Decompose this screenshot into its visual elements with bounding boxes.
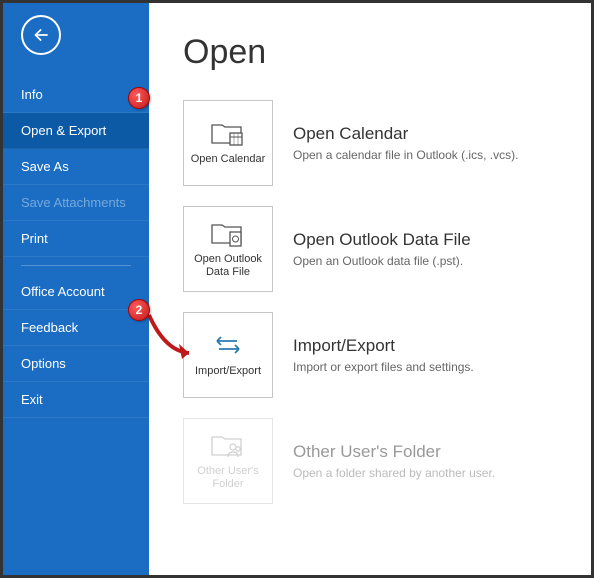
tile-label: Import/Export bbox=[191, 365, 265, 378]
tile-open-data-file[interactable]: Open Outlook Data File bbox=[183, 206, 273, 292]
page-title: Open bbox=[183, 33, 571, 72]
sidebar-item-office-account[interactable]: Office Account bbox=[3, 274, 149, 310]
sidebar-item-exit[interactable]: Exit bbox=[3, 382, 149, 418]
callout-arrow-icon bbox=[145, 311, 201, 361]
sidebar-item-save-as[interactable]: Save As bbox=[3, 149, 149, 185]
main-content: Open Open Calendar Open Calendar Open a … bbox=[149, 3, 591, 575]
callout-number: 2 bbox=[136, 303, 143, 317]
sidebar-item-feedback[interactable]: Feedback bbox=[3, 310, 149, 346]
sidebar-item-label: Save As bbox=[21, 159, 69, 174]
tile-label: Other User's Folder bbox=[184, 465, 272, 491]
sidebar-item-print[interactable]: Print bbox=[3, 221, 149, 257]
option-open-data-file: Open Outlook Data File Open Outlook Data… bbox=[183, 206, 571, 292]
sidebar: Info Open & Export Save As Save Attachme… bbox=[3, 3, 149, 575]
sidebar-divider bbox=[21, 265, 131, 266]
option-desc: Open a calendar file in Outlook (.ics, .… bbox=[293, 148, 571, 162]
callout-badge-2: 2 bbox=[128, 299, 150, 321]
sidebar-item-label: Feedback bbox=[21, 320, 78, 335]
option-title: Open Calendar bbox=[293, 124, 571, 144]
option-text: Open Outlook Data File Open an Outlook d… bbox=[293, 230, 571, 268]
sidebar-item-label: Save Attachments bbox=[21, 195, 126, 210]
callout-badge-1: 1 bbox=[128, 87, 150, 109]
user-folder-icon bbox=[211, 431, 245, 459]
sidebar-item-save-attachments: Save Attachments bbox=[3, 185, 149, 221]
sidebar-item-label: Options bbox=[21, 356, 66, 371]
sidebar-item-label: Exit bbox=[21, 392, 43, 407]
option-desc: Import or export files and settings. bbox=[293, 360, 571, 374]
sidebar-item-open-export[interactable]: Open & Export bbox=[3, 113, 149, 149]
option-desc: Open a folder shared by another user. bbox=[293, 466, 571, 480]
sidebar-item-label: Info bbox=[21, 87, 43, 102]
tile-label: Open Calendar bbox=[187, 153, 270, 166]
option-other-user-folder: Other User's Folder Other User's Folder … bbox=[183, 418, 571, 504]
sidebar-item-label: Print bbox=[21, 231, 48, 246]
import-export-icon bbox=[211, 331, 245, 359]
callout-number: 1 bbox=[136, 91, 143, 105]
option-desc: Open an Outlook data file (.pst). bbox=[293, 254, 571, 268]
option-open-calendar: Open Calendar Open Calendar Open a calen… bbox=[183, 100, 571, 186]
tile-label: Open Outlook Data File bbox=[184, 253, 272, 279]
back-button[interactable] bbox=[21, 15, 61, 55]
sidebar-item-info[interactable]: Info bbox=[3, 77, 149, 113]
option-title: Open Outlook Data File bbox=[293, 230, 571, 250]
sidebar-item-label: Office Account bbox=[21, 284, 105, 299]
option-text: Import/Export Import or export files and… bbox=[293, 336, 571, 374]
option-import-export: Import/Export Import/Export Import or ex… bbox=[183, 312, 571, 398]
tile-open-calendar[interactable]: Open Calendar bbox=[183, 100, 273, 186]
option-title: Other User's Folder bbox=[293, 442, 571, 462]
data-file-folder-icon bbox=[211, 219, 245, 247]
arrow-left-icon bbox=[31, 25, 51, 45]
tile-other-user-folder: Other User's Folder bbox=[183, 418, 273, 504]
option-text: Open Calendar Open a calendar file in Ou… bbox=[293, 124, 571, 162]
sidebar-item-label: Open & Export bbox=[21, 123, 106, 138]
sidebar-item-options[interactable]: Options bbox=[3, 346, 149, 382]
option-title: Import/Export bbox=[293, 336, 571, 356]
option-text: Other User's Folder Open a folder shared… bbox=[293, 442, 571, 480]
calendar-folder-icon bbox=[211, 119, 245, 147]
